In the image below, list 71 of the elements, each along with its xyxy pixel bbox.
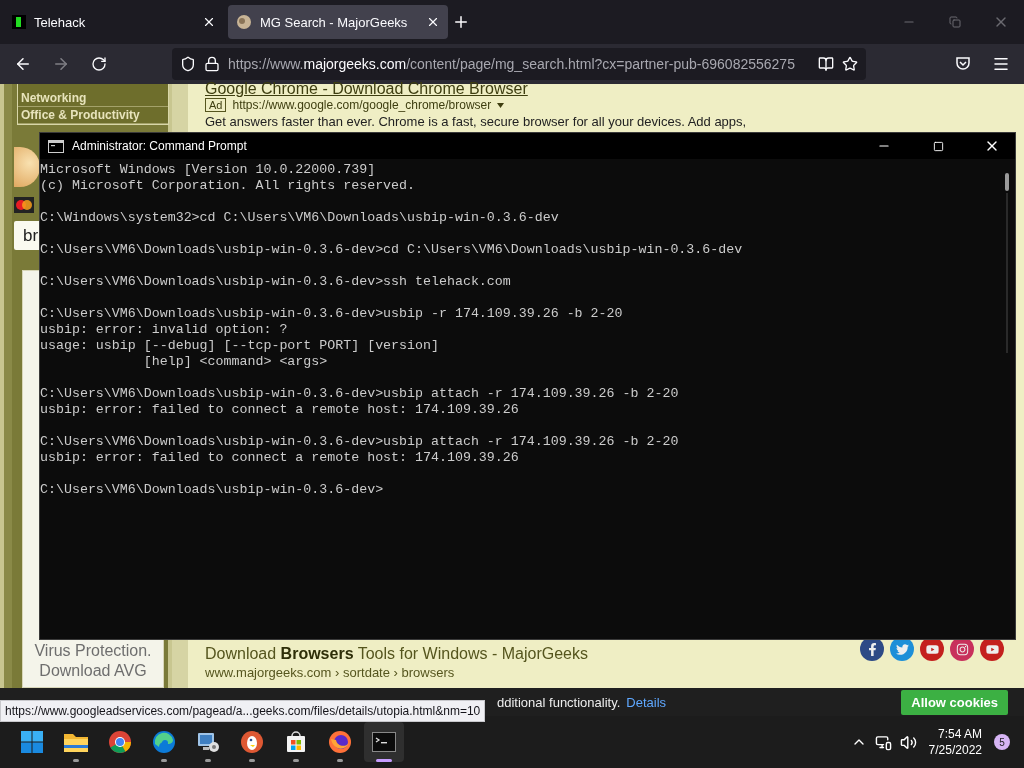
console-line: C:\Users\VM6\Downloads\usbip-win-0.3.6-dev>usbip attach -r 174.109.39.26 -b 2-20 [40, 434, 679, 450]
console-line: C:\Users\VM6\Downloads\usbip-win-0.3.6-dev> [40, 482, 384, 498]
circle-logo-icon [14, 147, 40, 187]
duck-icon [240, 730, 264, 754]
result-url: https://www.google.com/google_chrome/browser [232, 98, 492, 112]
restore-icon [949, 16, 961, 28]
cookie-notice-text: dditional functionality. [497, 694, 621, 710]
dropdown-caret-icon[interactable] [497, 102, 505, 108]
console-line: Microsoft Windows [Version 10.0.22000.739] [40, 162, 376, 178]
menu-icon [992, 55, 1010, 73]
result-url: www.majorgeeks.com › sortdate › browsers [205, 665, 456, 680]
console-line: usbip: error: invalid option: ? [40, 322, 288, 338]
reader-view-icon[interactable] [818, 56, 834, 72]
console-line: C:\Users\VM6\Downloads\usbip-win-0.3.6-dev>ssh telehack.com [40, 274, 511, 290]
firefox-icon [328, 730, 352, 754]
terminal-favicon-icon [12, 15, 26, 29]
console-line: [help] <command> <args> [142, 354, 328, 370]
terminal-icon [372, 732, 396, 752]
windows-logo-icon [21, 731, 43, 753]
ad-panel[interactable]: Virus Protection. Download AVG [22, 640, 164, 688]
console-line: C:\Windows\system32>cd C:\Users\VM6\Downloads\usbip-win-0.3.6-dev [40, 210, 559, 226]
ad-text: Download AVG [39, 661, 147, 681]
result-description: Get answers faster than ever. Chrome is a fast, secure browser for all your devices. Add apps, [205, 114, 748, 129]
bookmark-star-icon[interactable] [842, 56, 858, 72]
category-link[interactable]: Office & Productivity [18, 107, 168, 124]
ad-text: Virus Protection. [34, 641, 152, 661]
reload-icon [91, 56, 107, 72]
close-tab-icon[interactable] [426, 15, 440, 29]
console-line: usbip: error: failed to connect a remote host: 174.109.39.26 [40, 402, 519, 418]
console-line: C:\Users\VM6\Downloads\usbip-win-0.3.6-dev>usbip -r 174.109.39.26 -b 2-20 [40, 306, 623, 322]
twitter-icon [895, 642, 909, 656]
console-line: usage: usbip [--debug] [--tcp-port PORT] [version] [40, 338, 439, 354]
console-line: usbip: error: failed to connect a remote host: 174.109.39.26 [40, 450, 519, 466]
lock-icon [204, 56, 220, 72]
network-icon[interactable] [874, 733, 892, 751]
console-line: C:\Users\VM6\Downloads\usbip-win-0.3.6-dev>cd C:\Users\VM6\Downloads\usbip-win-0.3.6-dev [40, 242, 743, 258]
site-favicon-icon [236, 14, 252, 30]
browser-tab[interactable]: MG Search - MajorGeeks [228, 5, 448, 39]
shield-icon [180, 56, 196, 72]
clock-date[interactable]: 7/25/2022 [928, 742, 982, 758]
computer-settings-icon [196, 730, 220, 754]
pocket-icon [955, 56, 971, 72]
edge-icon [152, 730, 176, 754]
console-icon [48, 139, 64, 153]
browser-tab[interactable]: Telehack [4, 5, 224, 39]
window-title: Administrator: Command Prompt [72, 139, 248, 153]
console-line: C:\Users\VM6\Downloads\usbip-win-0.3.6-dev>usbip attach -r 174.109.39.26 -b 2-20 [40, 386, 679, 402]
close-tab-icon[interactable] [202, 15, 216, 29]
category-link[interactable]: Networking [18, 90, 168, 107]
search-field[interactable]: br [14, 221, 39, 250]
status-url-tooltip: https://www.googleadservices.com/pagead/a...geeks.com/files/details/utopia.html&nm=10 [0, 700, 486, 722]
store-icon [284, 730, 308, 754]
card-logo-icon [14, 197, 34, 213]
result-title-link[interactable]: Download Browsers Tools for Windows - MajorGeeks [205, 645, 588, 663]
folder-icon [63, 731, 89, 753]
instagram-icon [955, 642, 969, 656]
new-tab-button[interactable] [452, 13, 470, 31]
taskbar-app[interactable] [364, 722, 404, 762]
youtube-icon [925, 642, 939, 656]
forward-arrow-icon [52, 55, 70, 73]
address-bar[interactable]: https://www.majorgeeks.com/content/page/mg_search.html?cx=partner-pub-696082556275 [172, 48, 866, 80]
volume-icon[interactable] [899, 733, 917, 751]
notification-badge[interactable]: 5 [994, 734, 1010, 750]
chrome-icon [108, 730, 132, 754]
ad-label: Ad [205, 98, 227, 112]
details-link[interactable]: Details [626, 694, 667, 710]
clock-time[interactable]: 7:54 AM [937, 726, 982, 742]
result-title-link[interactable]: Google Chrome - Download Chrome Browser [205, 80, 528, 98]
maximize-icon [932, 140, 944, 152]
youtube-icon [985, 642, 999, 656]
console-line: (c) Microsoft Corporation. All rights reserved. [40, 178, 416, 194]
